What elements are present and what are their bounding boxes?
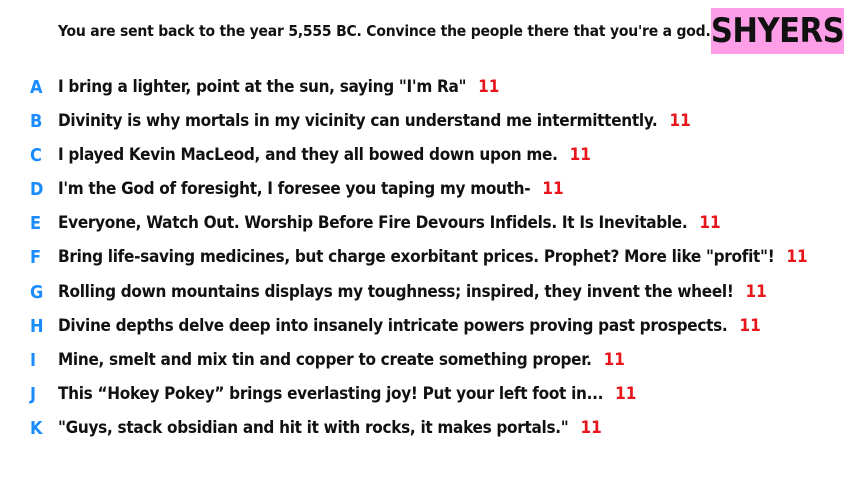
answer-score: 11 [786, 247, 808, 267]
answer-text: Mine, smelt and mix tin and copper to cr… [58, 350, 592, 370]
answer-text: This “Hokey Pokey” brings everlasting jo… [58, 384, 604, 404]
answer-score: 11 [542, 179, 564, 199]
answer-row-b: B Divinity is why mortals in my vicinity… [30, 109, 691, 133]
answer-row-a: A I bring a lighter, point at the sun, s… [30, 75, 499, 99]
answer-letter: E [30, 212, 42, 234]
answer-letter: A [30, 76, 43, 98]
badge-label: SHYERS [710, 11, 845, 51]
answer-row-h: H Divine depths delve deep into insanely… [30, 314, 761, 338]
answer-letter: J [30, 383, 37, 405]
answer-row-g: G Rolling down mountains displays my tou… [30, 280, 767, 304]
answer-letter: H [30, 315, 44, 337]
answer-letter: C [30, 144, 42, 166]
answer-text: I'm the God of foresight, I foresee you … [58, 179, 531, 199]
answer-score: 11 [569, 145, 591, 165]
answer-text: I bring a lighter, point at the sun, say… [58, 77, 467, 97]
answer-text: Divine depths delve deep into insanely i… [58, 316, 728, 336]
answer-score: 11 [669, 111, 691, 131]
answer-score: 11 [580, 418, 602, 438]
answer-letter: K [30, 417, 43, 439]
answer-text: Divinity is why mortals in my vicinity c… [58, 111, 658, 131]
shyers-badge: SHYERS [710, 8, 845, 54]
answer-letter: G [30, 281, 44, 303]
answer-score: 11 [739, 316, 761, 336]
answer-letter: D [30, 178, 44, 200]
answer-score: 11 [615, 384, 637, 404]
answer-letter: B [30, 110, 43, 132]
answer-text: "Guys, stack obsidian and hit it with ro… [58, 418, 569, 438]
answer-letter: F [30, 246, 42, 268]
answer-row-d: D I'm the God of foresight, I foresee yo… [30, 177, 564, 201]
answer-score: 11 [745, 282, 767, 302]
answer-row-c: C I played Kevin MacLeod, and they all b… [30, 143, 591, 167]
answer-row-f: F Bring life-saving medicines, but charg… [30, 245, 808, 269]
answer-letter: I [30, 349, 37, 371]
answer-row-e: E Everyone, Watch Out. Worship Before Fi… [30, 211, 721, 235]
answer-text: Everyone, Watch Out. Worship Before Fire… [58, 213, 688, 233]
answer-text: Rolling down mountains displays my tough… [58, 282, 734, 302]
answer-score: 11 [699, 213, 721, 233]
answer-text: I played Kevin MacLeod, and they all bow… [58, 145, 558, 165]
answer-text: Bring life-saving medicines, but charge … [58, 247, 775, 267]
answer-score: 11 [478, 77, 500, 97]
answer-row-i: I Mine, smelt and mix tin and copper to … [30, 348, 625, 372]
answer-score: 11 [603, 350, 625, 370]
prompt-text: You are sent back to the year 5,555 BC. … [58, 22, 711, 40]
answer-row-k: K "Guys, stack obsidian and hit it with … [30, 416, 602, 440]
answer-row-j: J This “Hokey Pokey” brings everlasting … [30, 382, 636, 406]
